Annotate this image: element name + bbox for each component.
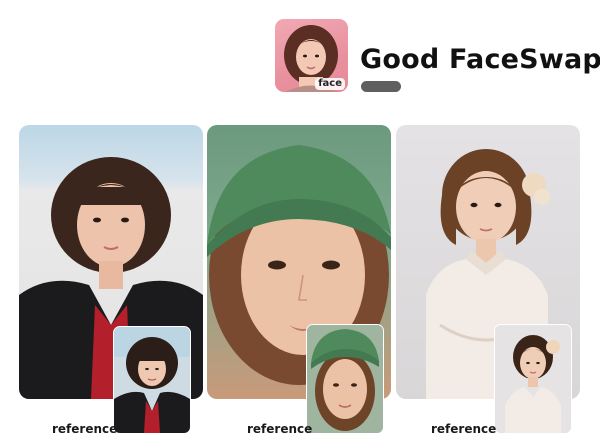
reference-image-3 bbox=[495, 325, 571, 433]
reference-thumbnail-3[interactable] bbox=[494, 324, 572, 434]
reference-label-1: reference bbox=[52, 422, 118, 436]
reference-label-3: reference bbox=[431, 422, 497, 436]
title-underline-bar bbox=[361, 81, 401, 92]
face-label: face bbox=[315, 78, 345, 90]
reference-image-1 bbox=[114, 327, 190, 433]
reference-label-2: reference bbox=[247, 422, 313, 436]
app-title: Good FaceSwap bbox=[360, 44, 600, 75]
reference-thumbnail-1[interactable] bbox=[113, 326, 191, 434]
reference-thumbnail-2[interactable] bbox=[306, 324, 384, 434]
source-face-thumbnail[interactable]: face bbox=[275, 19, 348, 92]
reference-image-2 bbox=[307, 325, 383, 433]
